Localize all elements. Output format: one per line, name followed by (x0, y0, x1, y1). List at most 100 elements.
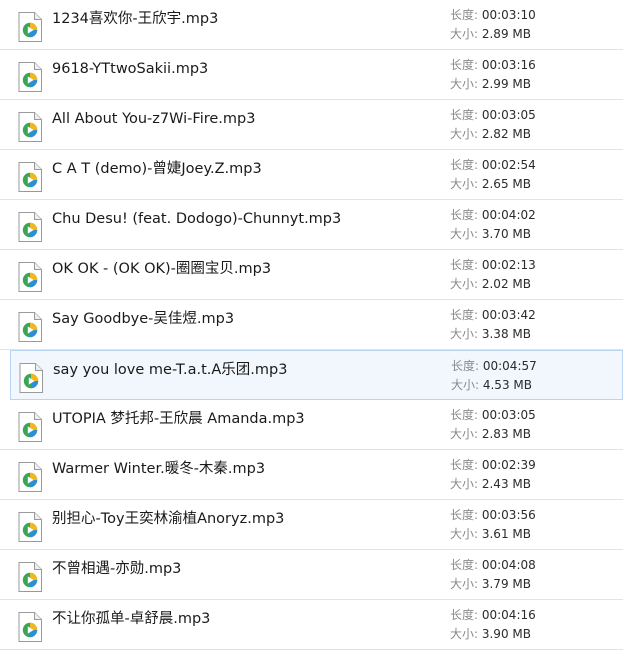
size-line: 大小: 2.89 MB (450, 25, 620, 44)
file-row-6[interactable]: OK OK - (OK OK)-圈圈宝贝.mp3 长度: 00:02:13 大小… (0, 250, 623, 300)
duration-value: 00:03:05 (481, 108, 536, 122)
size-value: 3.38 MB (481, 327, 531, 341)
file-name: 不曾相遇-亦勋.mp3 (52, 561, 182, 577)
duration-line: 长度: 00:04:16 (450, 606, 620, 625)
duration-label: 长度: (450, 58, 482, 72)
file-name: 9618-YTtwoSakii.mp3 (52, 61, 209, 77)
media-file-play-icon (16, 211, 44, 243)
size-label: 大小: (450, 427, 482, 441)
duration-label: 长度: (450, 608, 482, 622)
duration-line: 长度: 00:03:42 (450, 306, 620, 325)
media-file-play-icon (16, 561, 44, 593)
duration-line: 长度: 00:04:02 (450, 206, 620, 225)
duration-line: 长度: 00:03:10 (450, 6, 620, 25)
duration-label: 长度: (450, 408, 482, 422)
size-line: 大小: 2.43 MB (450, 475, 620, 494)
size-label: 大小: (451, 378, 483, 392)
file-row-8[interactable]: say you love me-T.a.t.A乐团.mp3 长度: 00:04:… (10, 350, 623, 400)
media-file-play-icon (16, 411, 44, 443)
file-row-4[interactable]: C A T (demo)-曾婕Joey.Z.mp3 长度: 00:02:54 大… (0, 150, 623, 200)
media-file-play-icon (16, 11, 44, 43)
duration-line: 长度: 00:03:16 (450, 56, 620, 75)
media-file-play-icon (16, 461, 44, 493)
file-name: C A T (demo)-曾婕Joey.Z.mp3 (52, 161, 262, 177)
duration-value: 00:02:39 (481, 458, 536, 472)
file-name: Say Goodbye-吴佳煜.mp3 (52, 311, 235, 327)
duration-line: 长度: 00:02:39 (450, 456, 620, 475)
size-label: 大小: (450, 77, 482, 91)
size-value: 2.89 MB (481, 27, 531, 41)
size-line: 大小: 2.82 MB (450, 125, 620, 144)
file-row-7[interactable]: Say Goodbye-吴佳煜.mp3 长度: 00:03:42 大小: 3.3… (0, 300, 623, 350)
duration-label: 长度: (450, 558, 482, 572)
duration-line: 长度: 00:02:13 (450, 256, 620, 275)
media-file-play-icon (16, 311, 44, 343)
file-meta: 长度: 00:04:08 大小: 3.79 MB (450, 556, 620, 594)
duration-value: 00:02:54 (481, 158, 536, 172)
media-file-play-icon (16, 111, 44, 143)
file-meta: 长度: 00:04:02 大小: 3.70 MB (450, 206, 620, 244)
file-name: 不让你孤单-卓舒晨.mp3 (52, 611, 211, 627)
size-line: 大小: 3.79 MB (450, 575, 620, 594)
size-line: 大小: 3.70 MB (450, 225, 620, 244)
file-name: All About You-z7Wi-Fire.mp3 (52, 111, 256, 127)
duration-value: 00:03:05 (481, 408, 536, 422)
file-row-13[interactable]: 不让你孤单-卓舒晨.mp3 长度: 00:04:16 大小: 3.90 MB (0, 600, 623, 650)
size-line: 大小: 4.53 MB (451, 376, 621, 395)
file-name: Warmer Winter.暖冬-木秦.mp3 (52, 461, 266, 477)
file-meta: 长度: 00:02:39 大小: 2.43 MB (450, 456, 620, 494)
duration-line: 长度: 00:03:56 (450, 506, 620, 525)
size-line: 大小: 2.99 MB (450, 75, 620, 94)
size-value: 2.43 MB (481, 477, 531, 491)
size-line: 大小: 3.90 MB (450, 625, 620, 644)
file-meta: 长度: 00:04:57 大小: 4.53 MB (451, 357, 621, 395)
size-value: 2.99 MB (481, 77, 531, 91)
duration-line: 长度: 00:04:57 (451, 357, 621, 376)
file-row-2[interactable]: 9618-YTtwoSakii.mp3 长度: 00:03:16 大小: 2.9… (0, 50, 623, 100)
file-name: Chu Desu! (feat. Dodogo)-Chunnyt.mp3 (52, 211, 342, 227)
file-row-1[interactable]: 1234喜欢你-王欣宇.mp3 长度: 00:03:10 大小: 2.89 MB (0, 0, 623, 50)
media-file-play-icon (16, 61, 44, 93)
duration-line: 长度: 00:03:05 (450, 406, 620, 425)
duration-line: 长度: 00:02:54 (450, 156, 620, 175)
duration-value: 00:03:56 (481, 508, 536, 522)
size-label: 大小: (450, 177, 482, 191)
media-file-play-icon (16, 161, 44, 193)
size-label: 大小: (450, 627, 482, 641)
duration-value: 00:04:08 (481, 558, 536, 572)
size-label: 大小: (450, 577, 482, 591)
file-row-11[interactable]: 别担心-Toy王奕林渝植Anoryz.mp3 长度: 00:03:56 大小: … (0, 500, 623, 550)
file-meta: 长度: 00:02:54 大小: 2.65 MB (450, 156, 620, 194)
file-row-10[interactable]: Warmer Winter.暖冬-木秦.mp3 长度: 00:02:39 大小:… (0, 450, 623, 500)
size-line: 大小: 3.61 MB (450, 525, 620, 544)
duration-value: 00:04:02 (481, 208, 536, 222)
media-file-play-icon (16, 611, 44, 643)
size-label: 大小: (450, 527, 482, 541)
duration-label: 长度: (450, 158, 482, 172)
duration-value: 00:03:16 (481, 58, 536, 72)
duration-label: 长度: (450, 8, 482, 22)
size-label: 大小: (450, 327, 482, 341)
size-value: 2.83 MB (481, 427, 531, 441)
file-row-5[interactable]: Chu Desu! (feat. Dodogo)-Chunnyt.mp3 长度:… (0, 200, 623, 250)
file-meta: 长度: 00:03:05 大小: 2.83 MB (450, 406, 620, 444)
duration-label: 长度: (450, 208, 482, 222)
file-row-3[interactable]: All About You-z7Wi-Fire.mp3 长度: 00:03:05… (0, 100, 623, 150)
duration-value: 00:02:13 (481, 258, 536, 272)
file-row-9[interactable]: UTOPIA 梦托邦-王欣晨 Amanda.mp3 长度: 00:03:05 大… (0, 400, 623, 450)
size-label: 大小: (450, 127, 482, 141)
duration-label: 长度: (451, 359, 483, 373)
duration-value: 00:03:10 (481, 8, 536, 22)
file-list: 1234喜欢你-王欣宇.mp3 长度: 00:03:10 大小: 2.89 MB… (0, 0, 623, 656)
size-line: 大小: 3.38 MB (450, 325, 620, 344)
file-meta: 长度: 00:03:05 大小: 2.82 MB (450, 106, 620, 144)
duration-line: 长度: 00:03:05 (450, 106, 620, 125)
size-value: 3.79 MB (481, 577, 531, 591)
media-file-play-icon (16, 261, 44, 293)
file-name: say you love me-T.a.t.A乐团.mp3 (53, 362, 288, 378)
size-value: 3.90 MB (481, 627, 531, 641)
file-row-12[interactable]: 不曾相遇-亦勋.mp3 长度: 00:04:08 大小: 3.79 MB (0, 550, 623, 600)
duration-value: 00:04:16 (481, 608, 536, 622)
file-meta: 长度: 00:04:16 大小: 3.90 MB (450, 606, 620, 644)
duration-label: 长度: (450, 458, 482, 472)
